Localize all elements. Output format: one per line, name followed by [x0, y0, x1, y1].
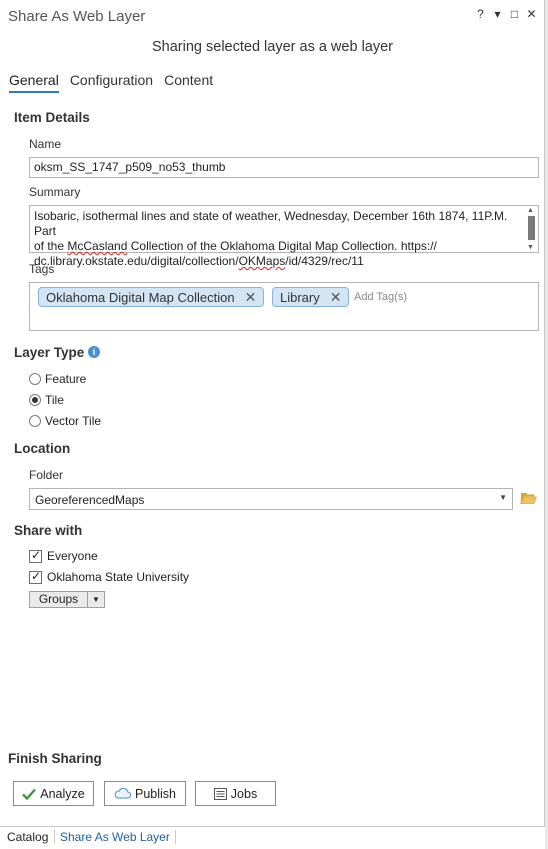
summary-text: Isobaric, isothermal lines and state of … — [34, 209, 522, 269]
tab-configuration[interactable]: Configuration — [70, 72, 153, 93]
checkmark-icon — [22, 788, 37, 800]
chevron-down-icon: ▼ — [499, 493, 507, 502]
help-icon[interactable]: ? — [475, 7, 486, 21]
groups-dropdown-button[interactable]: Groups ▼ — [29, 591, 105, 608]
info-icon[interactable]: i — [88, 346, 100, 358]
layer-type-heading: Layer Type — [14, 345, 85, 360]
folder-open-icon[interactable] — [520, 491, 537, 504]
misspelled-word: OKMaps — [238, 254, 286, 268]
maximize-icon[interactable]: □ — [509, 7, 520, 21]
radio-tile[interactable]: Tile — [29, 393, 64, 407]
tag-label: Oklahoma Digital Map Collection — [46, 289, 235, 305]
remove-tag-icon[interactable]: ✕ — [245, 289, 257, 306]
summary-line-1: Isobaric, isothermal lines and state of … — [34, 209, 508, 238]
tag-chip: Library ✕ — [272, 287, 350, 307]
pane-menu-icon[interactable]: ▾ — [492, 7, 503, 21]
folder-value: GeoreferencedMaps — [35, 493, 145, 507]
name-label: Name — [29, 137, 62, 151]
dock-tab-strip: Catalog Share As Web Layer — [0, 826, 545, 849]
analyze-button[interactable]: Analyze — [13, 781, 94, 806]
scroll-thumb[interactable] — [528, 216, 535, 240]
summary-line-3-c: /id/4329/rec/11 — [285, 254, 364, 268]
tags-label: Tags — [29, 262, 55, 276]
pane-subtitle: Sharing selected layer as a web layer — [152, 39, 393, 55]
radio-button[interactable] — [29, 373, 41, 385]
folder-select[interactable]: GeoreferencedMaps ▼ — [29, 488, 513, 510]
folder-label: Folder — [29, 468, 64, 482]
scroll-down-icon[interactable]: ▼ — [527, 244, 534, 251]
item-details-heading: Item Details — [14, 110, 90, 125]
misspelled-word: McCasland — [67, 239, 128, 253]
share-pane: Share As Web Layer ? ▾ □ ✕ Sharing selec… — [0, 0, 545, 849]
radio-label: Feature — [45, 372, 87, 386]
tag-chip: Oklahoma Digital Map Collection ✕ — [38, 287, 265, 307]
summary-line-2-c: Collection of the Oklahoma Digital Map C… — [127, 239, 437, 253]
summary-line-2: of the McCasland Collection of the Oklah… — [34, 239, 522, 254]
tab-general[interactable]: General — [9, 72, 59, 93]
radio-button[interactable] — [29, 415, 41, 427]
summary-line-2-a: of the — [34, 239, 68, 253]
publish-label: Publish — [135, 786, 176, 801]
summary-line-3-a: dc.library.okstate.edu/digital/collectio… — [34, 254, 239, 268]
pane-controls: ? ▾ □ ✕ — [475, 7, 537, 21]
analyze-label: Analyze — [40, 786, 85, 801]
share-with-heading: Share with — [14, 523, 83, 538]
checkbox-everyone[interactable]: Everyone — [29, 548, 98, 563]
tab-share-as-web-layer[interactable]: Share As Web Layer — [54, 830, 176, 844]
cloud-icon — [114, 788, 131, 799]
summary-line-3: dc.library.okstate.edu/digital/collectio… — [34, 254, 522, 269]
summary-scrollbar[interactable]: ▲ ▼ — [526, 207, 537, 251]
radio-feature[interactable]: Feature — [29, 372, 86, 386]
radio-vector-tile[interactable]: Vector Tile — [29, 414, 101, 428]
checkbox-organization[interactable]: Oklahoma State University — [29, 569, 190, 584]
jobs-list-icon — [213, 787, 227, 800]
tab-strip: General Configuration Content — [9, 72, 213, 93]
pane-title: Share As Web Layer — [8, 8, 146, 25]
tag-label: Library — [280, 289, 320, 305]
summary-textarea[interactable]: Isobaric, isothermal lines and state of … — [29, 205, 539, 268]
summary-label: Summary — [29, 185, 81, 199]
tab-catalog[interactable]: Catalog — [7, 830, 48, 844]
chevron-down-icon[interactable]: ▼ — [88, 592, 104, 607]
radio-button[interactable] — [29, 394, 41, 406]
close-icon[interactable]: ✕ — [526, 7, 537, 21]
tab-content[interactable]: Content — [164, 72, 213, 93]
groups-label: Groups — [30, 592, 88, 607]
add-tag-placeholder[interactable]: Add Tag(s) — [354, 291, 407, 303]
jobs-label: Jobs — [230, 786, 258, 801]
pane-titlebar: Share As Web Layer ? ▾ □ ✕ — [0, 0, 545, 34]
checkbox[interactable] — [29, 569, 42, 584]
tags-input[interactable]: Oklahoma Digital Map Collection ✕ Librar… — [29, 282, 539, 331]
location-heading: Location — [14, 441, 71, 456]
finish-sharing-heading: Finish Sharing — [8, 751, 102, 766]
radio-label: Tile — [45, 393, 64, 407]
jobs-button[interactable]: Jobs — [195, 781, 276, 806]
remove-tag-icon[interactable]: ✕ — [330, 289, 342, 306]
name-input[interactable]: oksm_SS_1747_p509_no53_thumb — [29, 157, 539, 178]
checkbox-label: Oklahoma State University — [47, 570, 190, 584]
radio-label: Vector Tile — [45, 414, 102, 428]
checkbox-label: Everyone — [47, 549, 98, 563]
checkbox[interactable] — [29, 548, 42, 563]
publish-button[interactable]: Publish — [104, 781, 186, 806]
scroll-up-icon[interactable]: ▲ — [527, 207, 534, 214]
